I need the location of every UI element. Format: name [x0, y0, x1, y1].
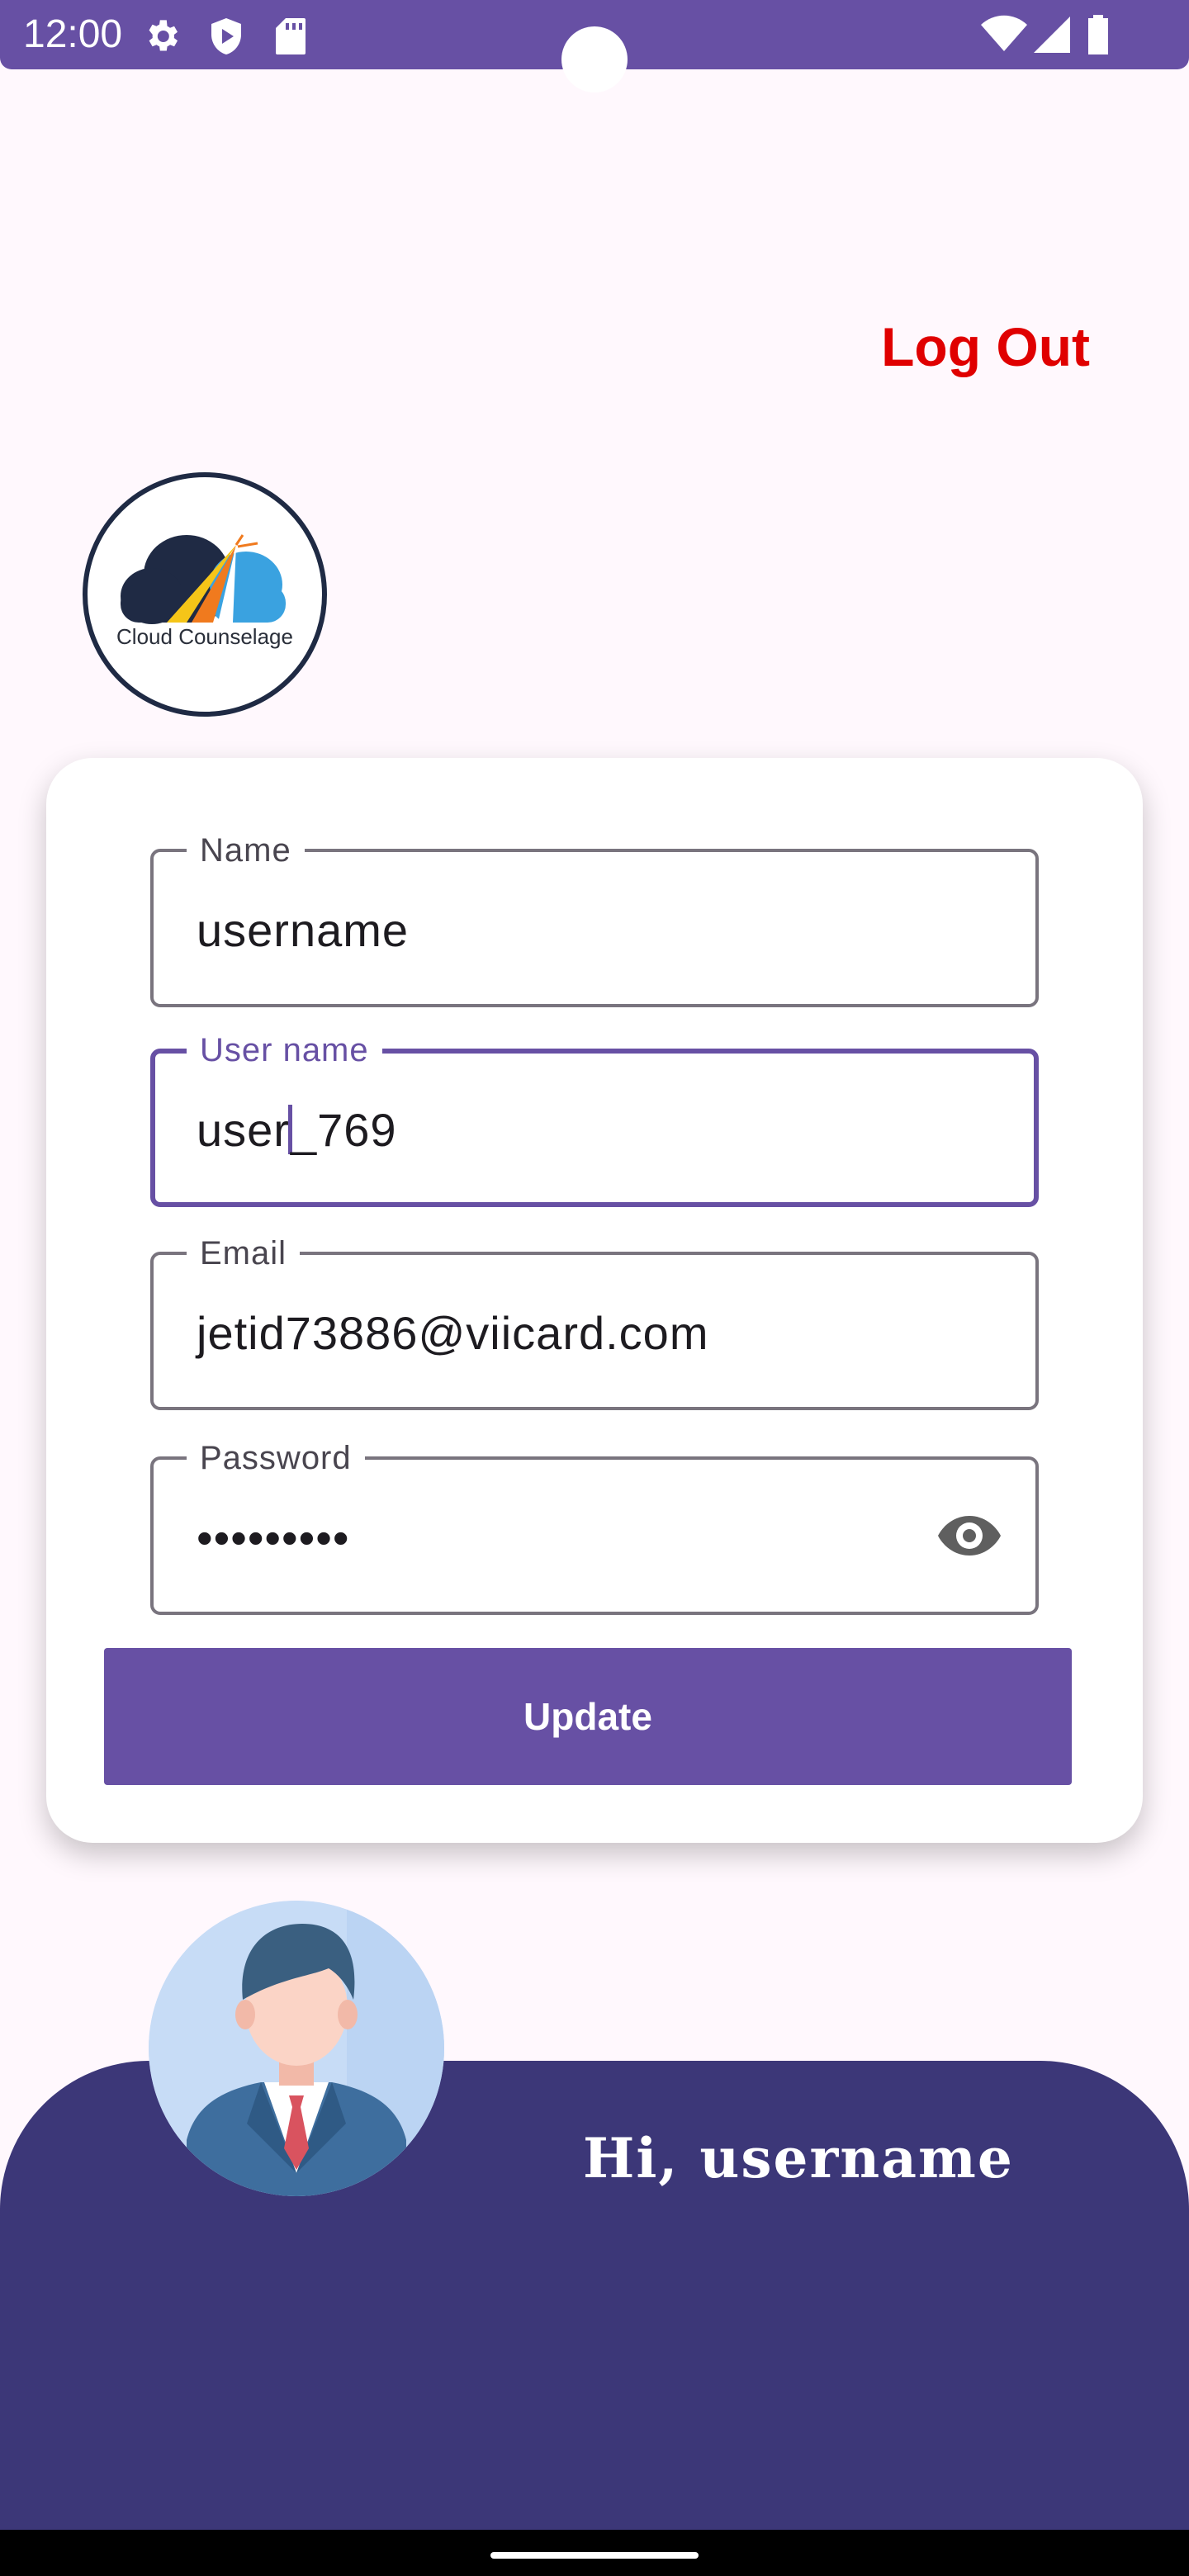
user-avatar: [149, 1901, 444, 2196]
cloud-logo-icon: [121, 534, 286, 624]
password-field[interactable]: Password •••••••••: [150, 1438, 1039, 1615]
home-gesture-handle[interactable]: [490, 2552, 699, 2559]
sd-card-icon: [274, 17, 307, 60]
password-field-value: •••••••••: [197, 1512, 350, 1564]
play-protect-icon: [208, 17, 244, 60]
businessman-avatar-icon: [149, 1901, 444, 2196]
status-bar: 12:00: [0, 0, 1189, 92]
logo-text: Cloud Counselage: [116, 624, 293, 649]
status-time: 12:00: [23, 12, 123, 56]
email-field-label: Email: [187, 1234, 301, 1273]
username-value-before-caret: user: [197, 1104, 290, 1156]
logout-button[interactable]: Log Out: [881, 314, 1090, 380]
name-field[interactable]: Name username: [150, 831, 1039, 1007]
signal-icon: [1034, 15, 1070, 59]
username-field-label: User name: [187, 1030, 382, 1070]
camera-cutout: [561, 26, 628, 92]
password-field-label: Password: [187, 1438, 365, 1478]
name-field-value: username: [197, 904, 410, 956]
profile-form-card: Name username User name user_769 Email j…: [46, 758, 1143, 1843]
username-field-value: user_769: [197, 1103, 397, 1158]
battery-icon: [1087, 15, 1110, 59]
name-field-label: Name: [187, 831, 305, 870]
username-value-after-caret: _769: [290, 1104, 397, 1156]
email-field-value: jetid73886@viicard.com: [197, 1307, 709, 1359]
greeting-text: Hi, username: [583, 2126, 1014, 2190]
username-field[interactable]: User name user_769: [150, 1030, 1039, 1207]
cloud-counselage-logo: Cloud Counselage: [83, 472, 327, 717]
gear-icon: [142, 17, 182, 60]
wifi-icon: [981, 15, 1027, 59]
update-button[interactable]: Update: [104, 1648, 1072, 1785]
visibility-eye-icon[interactable]: [936, 1509, 1002, 1566]
email-field[interactable]: Email jetid73886@viicard.com: [150, 1234, 1039, 1410]
navigation-bar: [0, 2530, 1189, 2576]
